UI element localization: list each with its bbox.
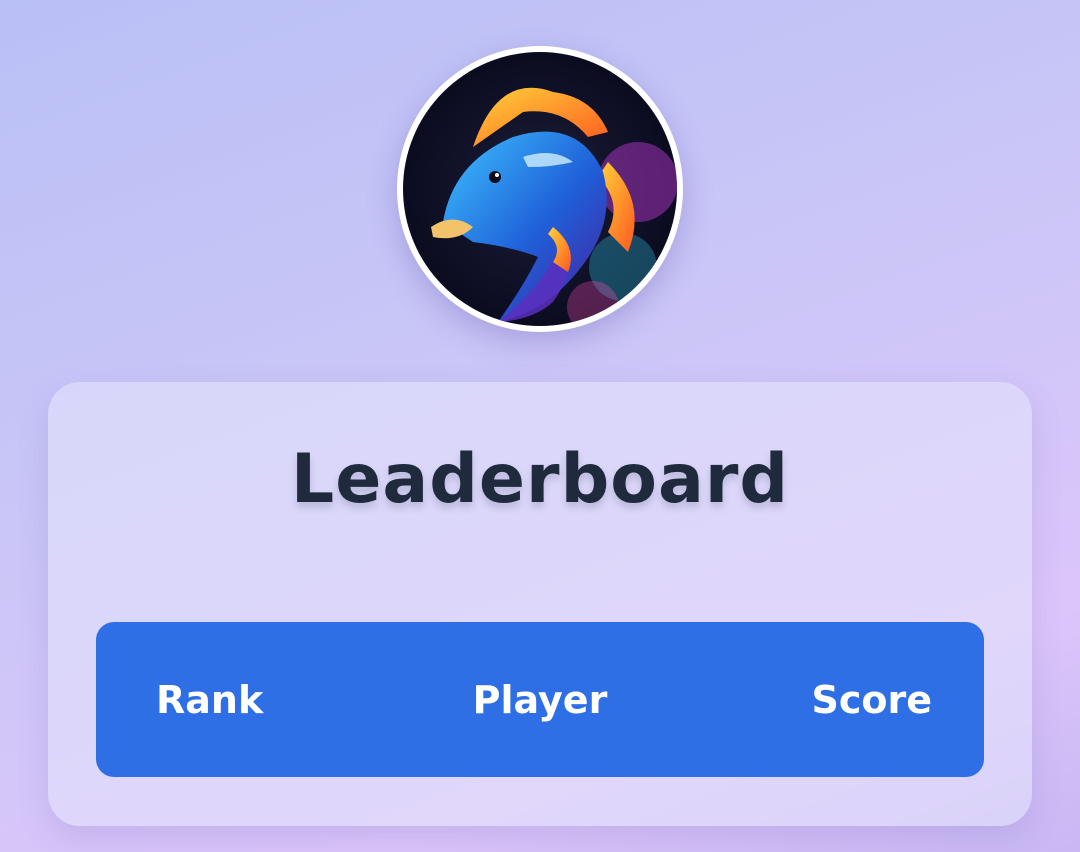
column-header-score[interactable]: Score (811, 678, 932, 722)
leaderboard-table-header: Rank Player Score (96, 622, 984, 777)
avatar (397, 46, 683, 332)
fish-avatar-icon (403, 52, 677, 326)
leaderboard-card: Leaderboard Rank Player Score (48, 382, 1032, 826)
leaderboard-title: Leaderboard (290, 440, 790, 519)
